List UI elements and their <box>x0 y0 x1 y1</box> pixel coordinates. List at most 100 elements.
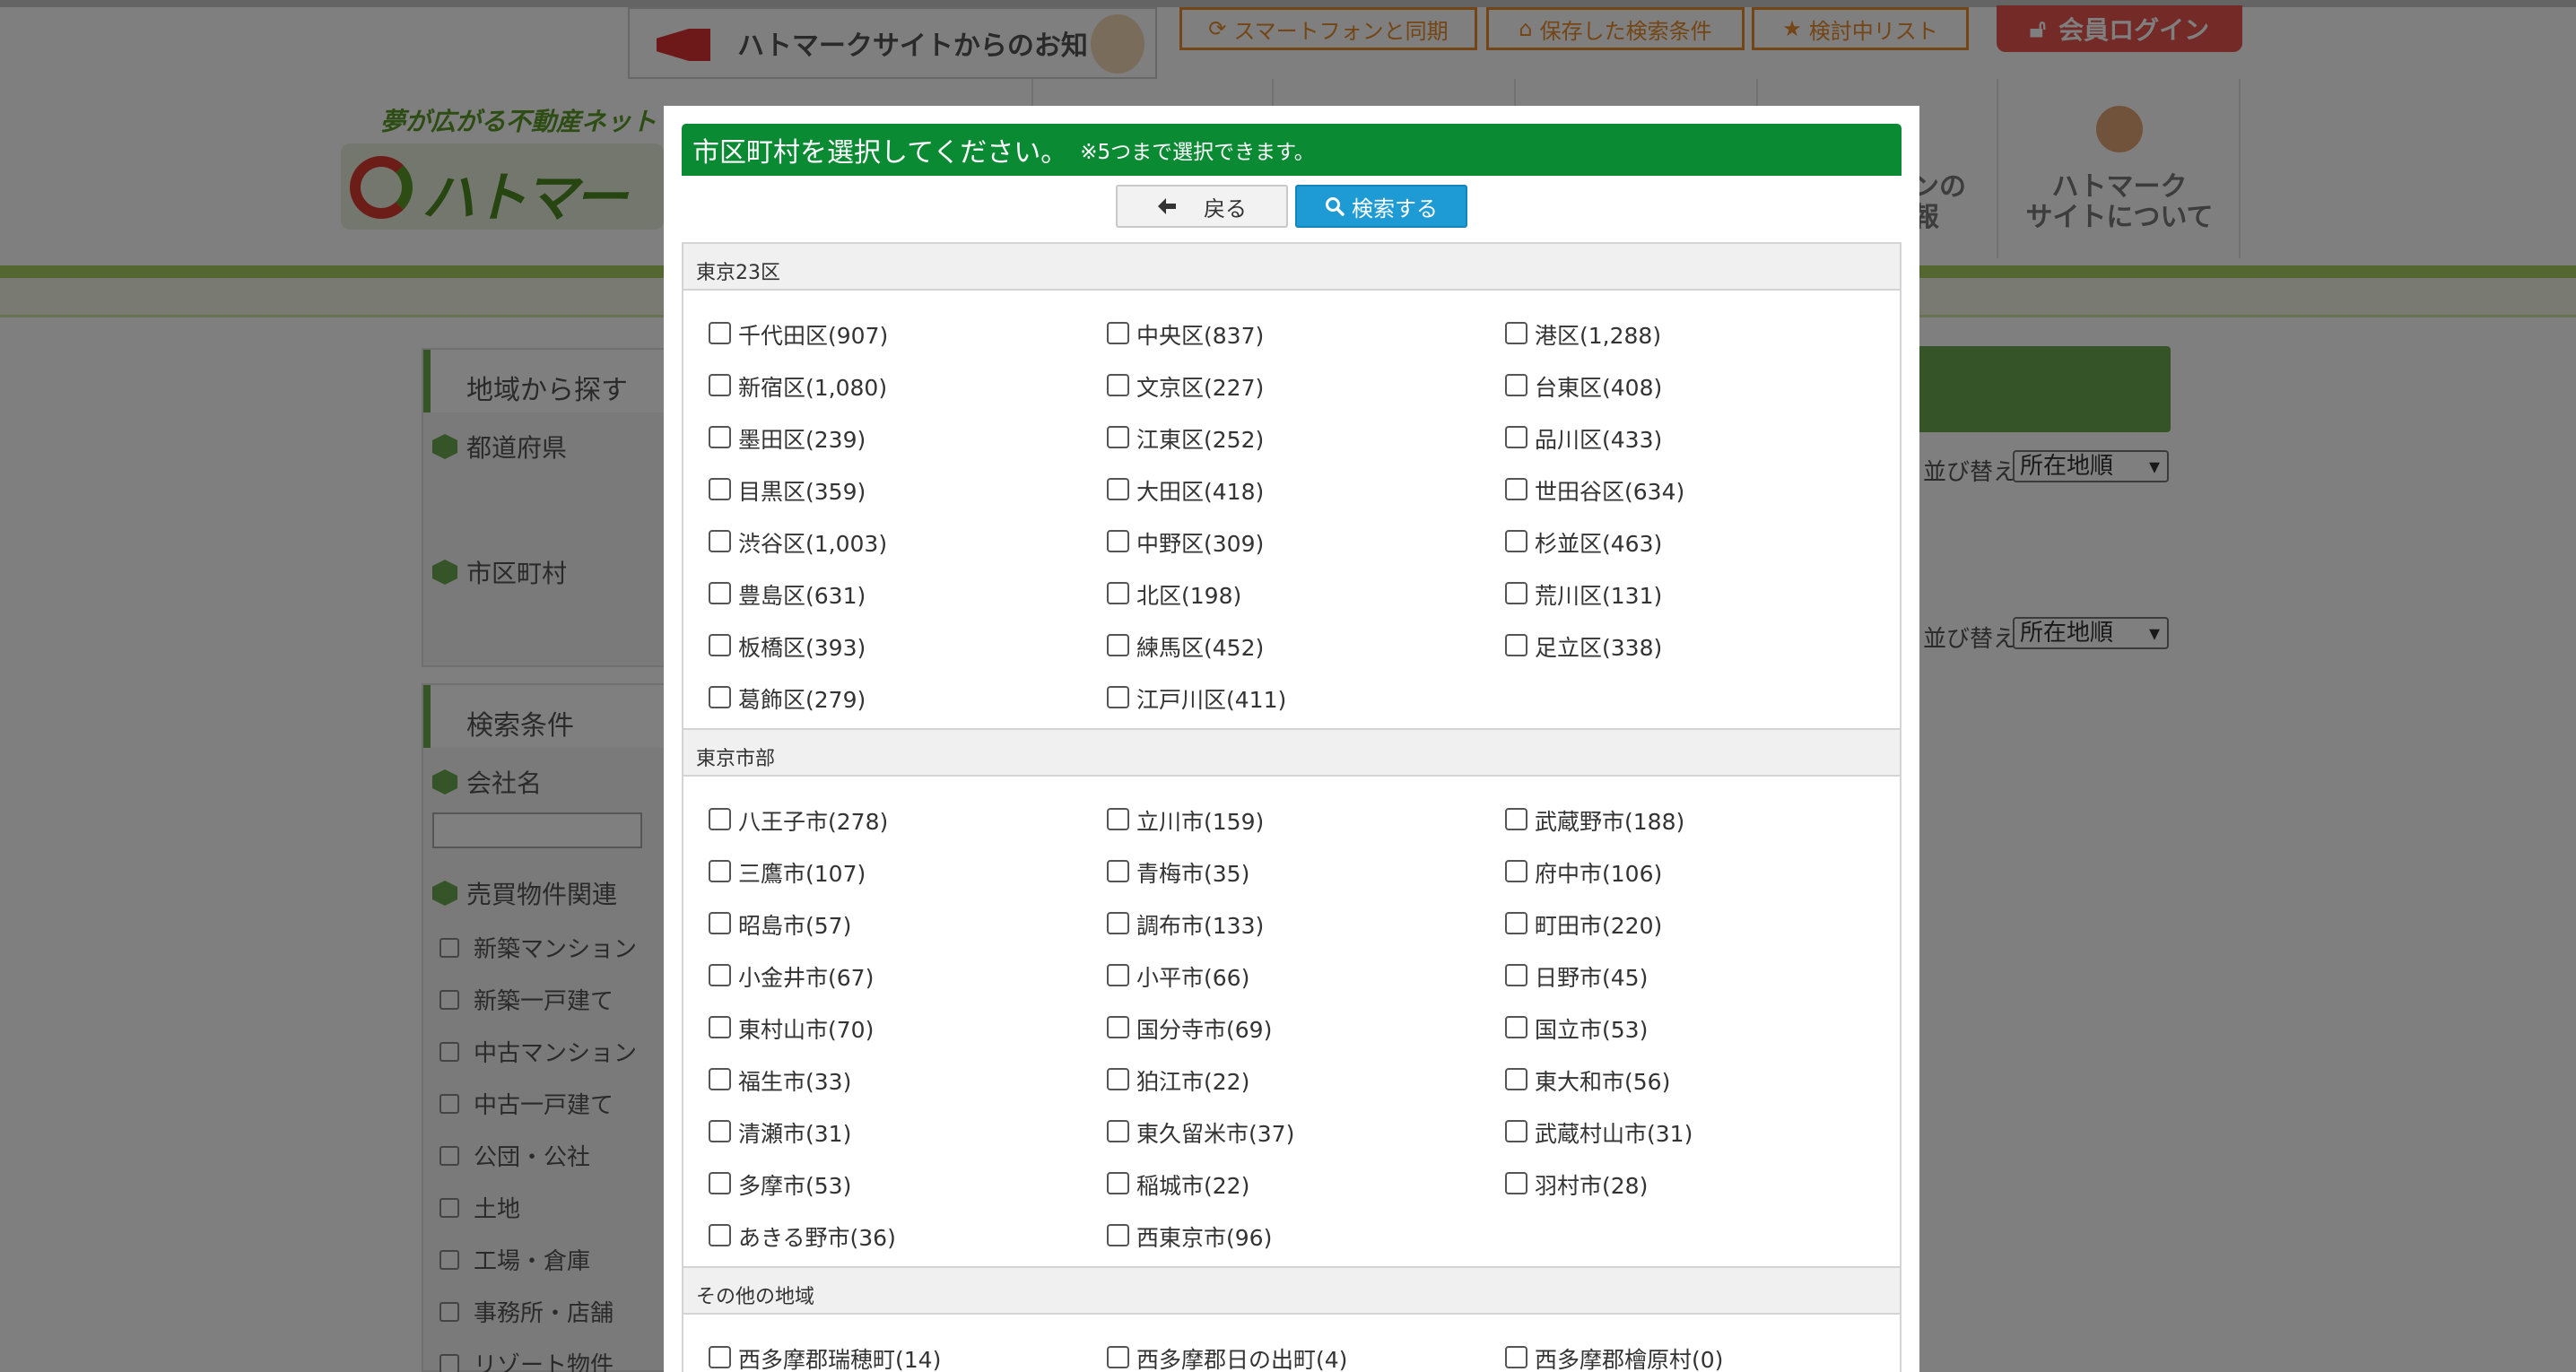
city-checkbox[interactable] <box>709 963 731 986</box>
city-checkbox[interactable] <box>1505 425 1527 448</box>
city-option[interactable]: 西東京市(96) <box>1107 1211 1505 1263</box>
city-checkbox[interactable] <box>709 1015 731 1038</box>
city-option[interactable]: 北区(198) <box>1107 569 1505 621</box>
city-option[interactable]: 武蔵野市(188) <box>1505 795 1903 847</box>
city-checkbox[interactable] <box>1107 529 1129 552</box>
city-option[interactable]: 千代田区(907) <box>709 308 1107 360</box>
city-option[interactable]: あきる野市(36) <box>709 1211 1107 1263</box>
city-checkbox[interactable] <box>709 529 731 552</box>
city-checkbox[interactable] <box>1505 807 1527 830</box>
city-option[interactable]: 小平市(66) <box>1107 951 1505 1003</box>
city-checkbox[interactable] <box>1107 633 1129 656</box>
city-option[interactable]: 西多摩郡日の出町(4) <box>1107 1333 1505 1372</box>
city-checkbox[interactable] <box>1107 373 1129 396</box>
city-option[interactable]: 東大和市(56) <box>1505 1055 1903 1107</box>
city-checkbox[interactable] <box>1107 581 1129 604</box>
city-checkbox[interactable] <box>1505 477 1527 500</box>
city-option[interactable]: 羽村市(28) <box>1505 1159 1903 1211</box>
city-checkbox[interactable] <box>1107 685 1129 708</box>
city-checkbox[interactable] <box>709 1171 731 1194</box>
city-option[interactable]: 福生市(33) <box>709 1055 1107 1107</box>
city-checkbox[interactable] <box>709 1067 731 1090</box>
city-checkbox[interactable] <box>709 373 731 396</box>
city-option[interactable]: 日野市(45) <box>1505 951 1903 1003</box>
city-checkbox[interactable] <box>1107 477 1129 500</box>
city-checkbox[interactable] <box>1107 859 1129 882</box>
city-checkbox[interactable] <box>709 807 731 830</box>
city-option[interactable]: 杉並区(463) <box>1505 517 1903 569</box>
city-checkbox[interactable] <box>1107 1015 1129 1038</box>
city-option[interactable]: 東村山市(70) <box>709 1003 1107 1055</box>
city-option[interactable]: 国立市(53) <box>1505 1003 1903 1055</box>
city-checkbox[interactable] <box>1107 425 1129 448</box>
city-option[interactable]: 昭島市(57) <box>709 899 1107 951</box>
city-option[interactable]: 目黒区(359) <box>709 465 1107 517</box>
city-option[interactable]: 葛飾区(279) <box>709 673 1107 725</box>
city-checkbox[interactable] <box>709 425 731 448</box>
city-option[interactable]: 練馬区(452) <box>1107 621 1505 673</box>
city-option[interactable]: 調布市(133) <box>1107 899 1505 951</box>
city-checkbox[interactable] <box>709 581 731 604</box>
city-option[interactable]: 江戸川区(411) <box>1107 673 1505 725</box>
city-checkbox[interactable] <box>709 859 731 882</box>
city-option[interactable]: 台東区(408) <box>1505 360 1903 412</box>
city-option[interactable]: 豊島区(631) <box>709 569 1107 621</box>
city-checkbox[interactable] <box>1505 1345 1527 1368</box>
city-checkbox[interactable] <box>1505 529 1527 552</box>
city-checkbox[interactable] <box>1107 321 1129 344</box>
city-option[interactable]: 墨田区(239) <box>709 412 1107 465</box>
city-option[interactable]: 西多摩郡瑞穂町(14) <box>709 1333 1107 1372</box>
city-checkbox[interactable] <box>709 321 731 344</box>
city-checkbox[interactable] <box>1505 633 1527 656</box>
city-option[interactable]: 清瀬市(31) <box>709 1107 1107 1159</box>
city-checkbox[interactable] <box>1505 1015 1527 1038</box>
city-option[interactable]: 品川区(433) <box>1505 412 1903 465</box>
city-option[interactable]: 町田市(220) <box>1505 899 1903 951</box>
city-option[interactable]: 武蔵村山市(31) <box>1505 1107 1903 1159</box>
city-option[interactable]: 足立区(338) <box>1505 621 1903 673</box>
city-option[interactable]: 稲城市(22) <box>1107 1159 1505 1211</box>
city-option[interactable]: 東久留米市(37) <box>1107 1107 1505 1159</box>
city-checkbox[interactable] <box>1505 321 1527 344</box>
city-checkbox[interactable] <box>1505 1067 1527 1090</box>
city-checkbox[interactable] <box>1107 963 1129 986</box>
city-checkbox[interactable] <box>709 1119 731 1142</box>
city-option[interactable]: 八王子市(278) <box>709 795 1107 847</box>
city-option[interactable]: 多摩市(53) <box>709 1159 1107 1211</box>
city-option[interactable]: 江東区(252) <box>1107 412 1505 465</box>
city-option[interactable]: 板橋区(393) <box>709 621 1107 673</box>
city-option[interactable]: 中央区(837) <box>1107 308 1505 360</box>
city-checkbox[interactable] <box>1505 859 1527 882</box>
city-option[interactable]: 府中市(106) <box>1505 847 1903 899</box>
city-option[interactable]: 港区(1,288) <box>1505 308 1903 360</box>
city-option[interactable]: 小金井市(67) <box>709 951 1107 1003</box>
city-option[interactable]: 文京区(227) <box>1107 360 1505 412</box>
city-option[interactable]: 立川市(159) <box>1107 795 1505 847</box>
city-checkbox[interactable] <box>1505 963 1527 986</box>
city-option[interactable]: 国分寺市(69) <box>1107 1003 1505 1055</box>
city-option[interactable]: 渋谷区(1,003) <box>709 517 1107 569</box>
city-checkbox[interactable] <box>709 685 731 708</box>
city-checkbox[interactable] <box>709 477 731 500</box>
city-checkbox[interactable] <box>1505 911 1527 934</box>
city-checkbox[interactable] <box>1107 911 1129 934</box>
city-checkbox[interactable] <box>1107 1223 1129 1246</box>
city-option[interactable]: 大田区(418) <box>1107 465 1505 517</box>
back-button[interactable]: 戻る <box>1116 185 1288 228</box>
city-option[interactable]: 狛江市(22) <box>1107 1055 1505 1107</box>
city-option[interactable]: 荒川区(131) <box>1505 569 1903 621</box>
city-option[interactable]: 青梅市(35) <box>1107 847 1505 899</box>
city-checkbox[interactable] <box>1107 1345 1129 1368</box>
city-option[interactable]: 三鷹市(107) <box>709 847 1107 899</box>
city-checkbox[interactable] <box>1107 1171 1129 1194</box>
city-checkbox[interactable] <box>1107 807 1129 830</box>
city-option[interactable]: 中野区(309) <box>1107 517 1505 569</box>
city-checkbox[interactable] <box>1107 1067 1129 1090</box>
city-checkbox[interactable] <box>1505 1119 1527 1142</box>
city-checkbox[interactable] <box>1505 1171 1527 1194</box>
city-checkbox[interactable] <box>1107 1119 1129 1142</box>
city-option[interactable]: 西多摩郡檜原村(0) <box>1505 1333 1903 1372</box>
city-option[interactable]: 世田谷区(634) <box>1505 465 1903 517</box>
city-checkbox[interactable] <box>709 1345 731 1368</box>
city-option[interactable]: 新宿区(1,080) <box>709 360 1107 412</box>
